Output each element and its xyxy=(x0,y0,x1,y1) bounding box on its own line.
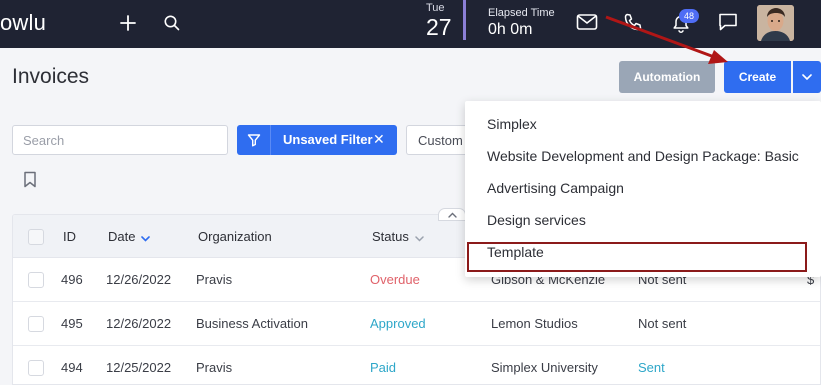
cell-sent-status: Sent xyxy=(638,360,665,375)
unsaved-filter-chip[interactable]: Unsaved Filter ✕ xyxy=(237,125,397,155)
mail-icon[interactable] xyxy=(576,13,598,31)
notification-count-badge: 48 xyxy=(679,9,699,23)
date-day: Tue xyxy=(426,2,445,14)
row-checkbox[interactable] xyxy=(28,360,44,376)
cell-id[interactable]: 496 xyxy=(61,272,83,287)
cell-organization[interactable]: Pravis xyxy=(196,360,232,375)
menu-item-website-development[interactable]: Website Development and Design Package: … xyxy=(487,148,799,164)
column-header-date-label: Date xyxy=(108,229,136,244)
cell-date: 12/26/2022 xyxy=(106,272,172,287)
column-header-id[interactable]: ID xyxy=(63,229,76,244)
template-highlight-box xyxy=(467,242,807,272)
filter-chip-label: Unsaved Filter xyxy=(283,132,373,147)
elapsed-time-label: Elapsed Time xyxy=(488,7,555,19)
cell-status: Paid xyxy=(370,360,397,375)
search-input[interactable] xyxy=(12,125,228,155)
column-header-status[interactable]: Status xyxy=(372,229,424,245)
table-row[interactable]: 495 12/26/2022 Business Activation Appro… xyxy=(13,302,820,346)
chevron-down-icon[interactable] xyxy=(415,230,424,245)
column-header-organization[interactable]: Organization xyxy=(198,229,272,244)
column-header-status-label: Status xyxy=(372,229,409,244)
top-navigation-bar: owlu Tue 27 Elapsed Time 0h 0m 48 xyxy=(0,0,821,48)
date-number: 27 xyxy=(426,14,452,40)
column-header-date[interactable]: Date xyxy=(108,229,151,245)
cell-organization[interactable]: Business Activation xyxy=(196,316,308,331)
app-logo[interactable]: owlu xyxy=(0,10,46,36)
cell-date: 12/25/2022 xyxy=(106,360,172,375)
cell-status: Overdue xyxy=(370,272,420,287)
chat-icon[interactable] xyxy=(717,12,739,32)
cell-client[interactable]: Lemon Studios xyxy=(491,316,578,331)
cell-date: 12/26/2022 xyxy=(106,316,172,331)
elapsed-time-value[interactable]: 0h 0m xyxy=(488,21,532,39)
table-row[interactable]: 494 12/25/2022 Pravis Paid Simplex Unive… xyxy=(13,346,820,384)
cell-id[interactable]: 495 xyxy=(61,316,83,331)
menu-item-design-services[interactable]: Design services xyxy=(487,212,586,228)
menu-item-advertising-campaign[interactable]: Advertising Campaign xyxy=(487,180,624,196)
plus-icon[interactable] xyxy=(118,13,138,33)
filter-icon[interactable] xyxy=(237,125,271,155)
create-dropdown-toggle[interactable] xyxy=(793,61,821,93)
chevron-up-icon xyxy=(447,212,457,218)
cell-organization[interactable]: Pravis xyxy=(196,272,232,287)
select-all-checkbox[interactable] xyxy=(28,229,44,245)
bookmark-icon[interactable] xyxy=(23,171,37,193)
cell-id[interactable]: 494 xyxy=(61,360,83,375)
row-checkbox[interactable] xyxy=(28,316,44,332)
cell-status: Approved xyxy=(370,316,426,331)
cell-client[interactable]: Simplex University xyxy=(491,360,598,375)
user-avatar[interactable] xyxy=(757,5,794,41)
collapse-filters-toggle[interactable] xyxy=(438,208,466,221)
menu-item-simplex[interactable]: Simplex xyxy=(487,116,537,132)
phone-icon[interactable] xyxy=(623,12,643,32)
search-icon[interactable] xyxy=(163,14,181,32)
sort-desc-icon[interactable] xyxy=(141,230,151,245)
automation-button[interactable]: Automation xyxy=(619,61,715,93)
cell-sent-status: Not sent xyxy=(638,316,687,331)
row-checkbox[interactable] xyxy=(28,272,44,288)
create-button[interactable]: Create xyxy=(724,61,791,93)
date-widget[interactable]: Tue 27 xyxy=(418,0,466,40)
close-icon[interactable]: ✕ xyxy=(373,131,385,148)
page-title: Invoices xyxy=(12,65,90,88)
chevron-down-icon xyxy=(802,74,812,80)
